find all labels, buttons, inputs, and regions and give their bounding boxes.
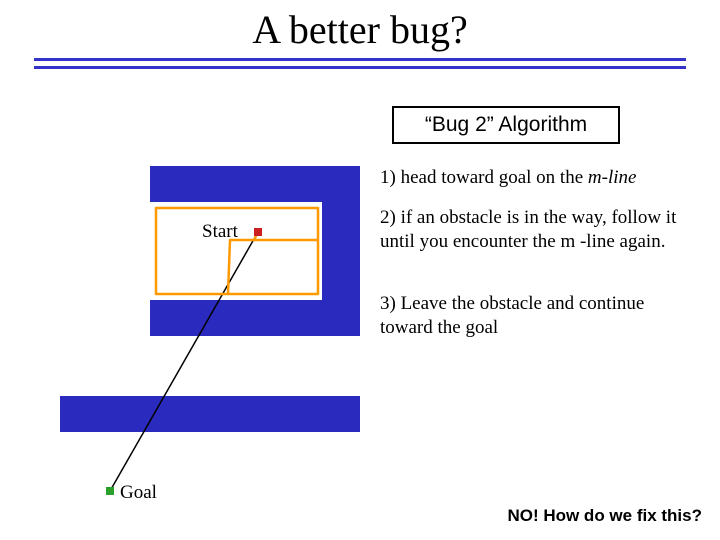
title-rule-bottom: [34, 66, 686, 69]
step-1-mline: m-line: [588, 167, 637, 188]
step-2: 2) if an obstacle is in the way, follow …: [380, 206, 700, 254]
step-3: 3) Leave the obstacle and continue towar…: [380, 292, 700, 340]
m-line: [110, 232, 258, 491]
start-dot: [254, 228, 262, 236]
diagram: Start Goal: [60, 166, 380, 506]
title-rule-top: [34, 58, 686, 61]
slide-title: A better bug?: [0, 6, 720, 53]
algorithm-name-box: “Bug 2” Algorithm: [392, 106, 620, 144]
step-1-text: 1) head toward goal on the: [380, 167, 588, 188]
start-label: Start: [202, 221, 238, 243]
slide: A better bug? “Bug 2” Algorithm 1) head …: [0, 0, 720, 540]
goal-dot: [106, 487, 114, 495]
goal-label: Goal: [120, 482, 157, 504]
footer-question: NO! How do we fix this?: [507, 506, 702, 526]
diagram-svg: [60, 166, 380, 506]
step-1: 1) head toward goal on the m-line: [380, 166, 700, 190]
